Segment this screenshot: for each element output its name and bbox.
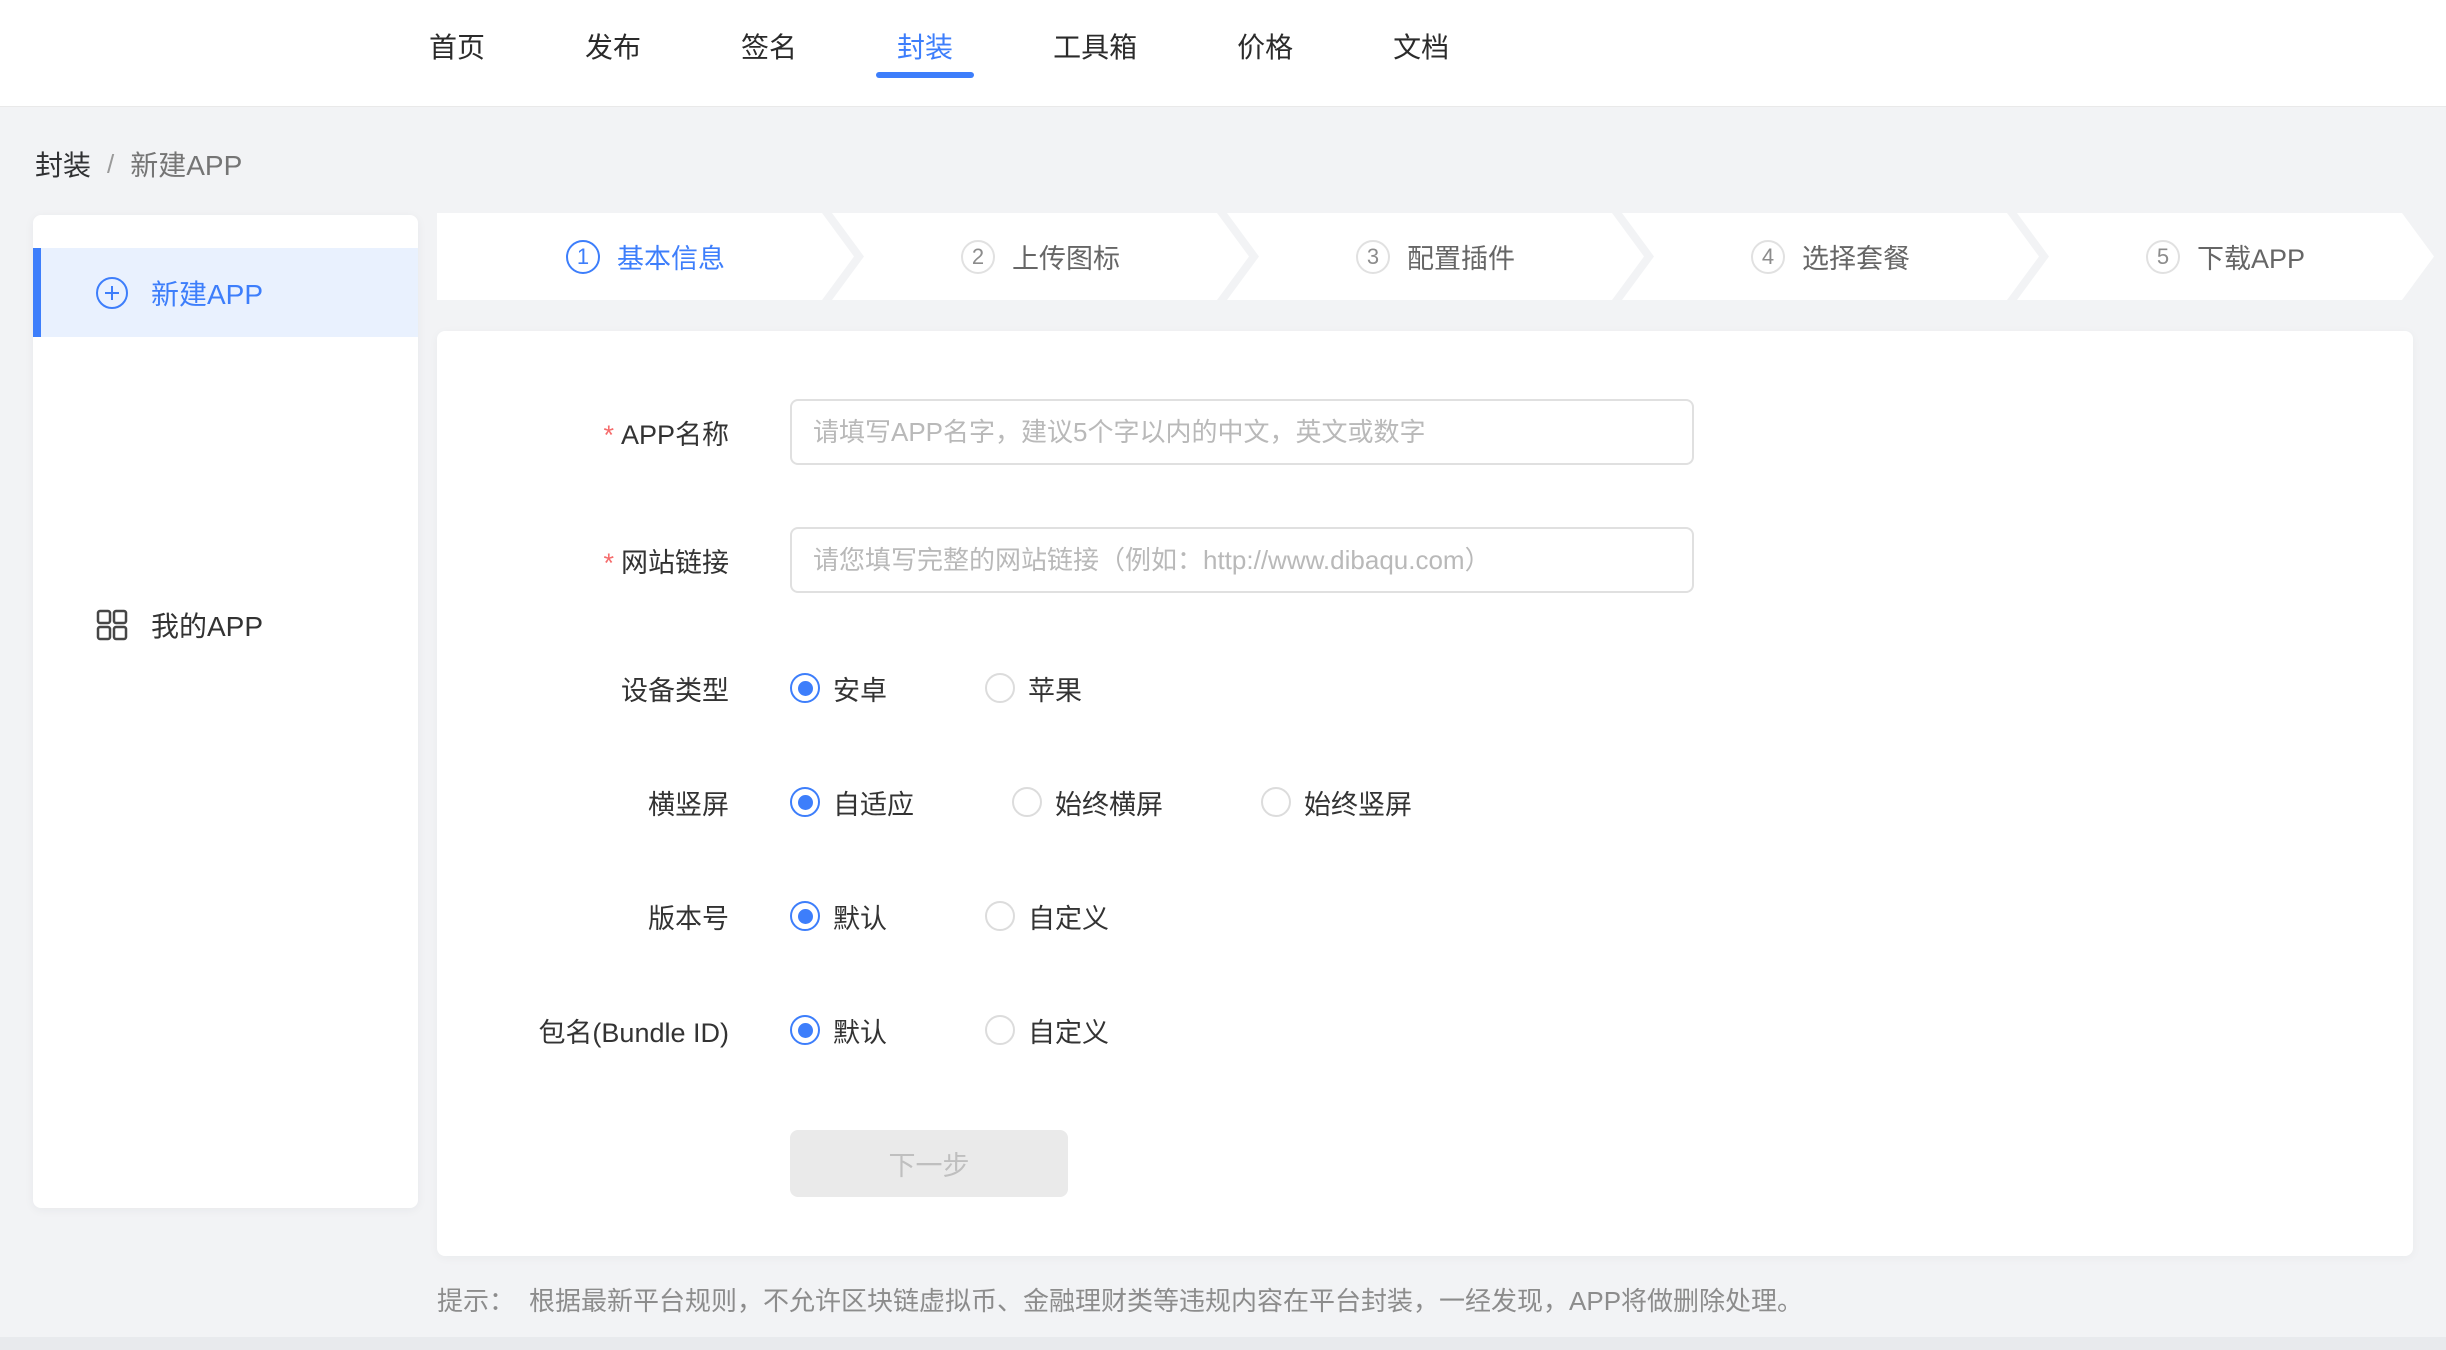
step-label: 基本信息	[617, 237, 725, 276]
radio-always-portrait[interactable]: 始终竖屏	[1261, 782, 1412, 822]
step-number-badge: 2	[961, 240, 995, 274]
radio-icon	[985, 1015, 1015, 1045]
step-number-badge: 5	[2146, 240, 2180, 274]
breadcrumb-separator: /	[107, 149, 114, 180]
step-label: 下载APP	[2197, 237, 2305, 276]
site-url-input[interactable]	[790, 527, 1694, 593]
radio-always-landscape[interactable]: 始终横屏	[1012, 782, 1163, 822]
radio-icon	[985, 901, 1015, 931]
radio-icon	[985, 673, 1015, 703]
radio-icon	[1261, 787, 1291, 817]
bundle-id-row: 包名(Bundle ID) 默认 自定义	[437, 1010, 2413, 1050]
radio-icon	[1012, 787, 1042, 817]
tip-label: 提示：	[437, 1281, 515, 1318]
site-url-label: *网站链接	[437, 541, 729, 580]
app-name-label: *APP名称	[437, 413, 729, 452]
nav-item-docs[interactable]: 文档	[1393, 0, 1449, 96]
tip-text: 根据最新平台规则，不允许区块链虚拟币、金融理财类等违规内容在平台封装，一经发现，…	[529, 1281, 1803, 1318]
step-number-badge: 1	[566, 240, 600, 274]
sidebar-item-my-app[interactable]: 我的APP	[33, 580, 418, 669]
bundle-id-label: 包名(Bundle ID)	[437, 1011, 729, 1050]
step-label: 选择套餐	[1802, 237, 1910, 276]
breadcrumb: 封装 / 新建APP	[35, 144, 242, 184]
radio-icon	[790, 673, 820, 703]
site-url-row: *网站链接	[437, 527, 2413, 593]
button-row: 下一步	[790, 1130, 2413, 1197]
new-app-form-card: *APP名称 *网站链接 设备类型 安卓	[437, 331, 2413, 1256]
sidebar-item-label: 新建APP	[151, 273, 263, 313]
grid-icon	[95, 608, 129, 642]
sidebar: 新建APP 我的APP	[33, 215, 418, 1208]
nav-item-sign[interactable]: 签名	[741, 0, 797, 96]
radio-bundle-custom[interactable]: 自定义	[985, 1010, 1109, 1050]
nav-item-package[interactable]: 封装	[897, 0, 953, 96]
device-type-label: 设备类型	[437, 669, 729, 708]
nav-item-toolbox[interactable]: 工具箱	[1053, 0, 1137, 96]
radio-icon	[790, 1015, 820, 1045]
version-label: 版本号	[437, 897, 729, 936]
required-asterisk: *	[603, 420, 614, 450]
nav-item-home[interactable]: 首页	[429, 0, 485, 96]
sidebar-item-new-app[interactable]: 新建APP	[33, 248, 418, 337]
radio-icon	[790, 787, 820, 817]
orientation-label: 横竖屏	[437, 783, 729, 822]
page: 首页 发布 签名 封装 工具箱 价格 文档 封装 / 新建APP 新建APP	[0, 0, 2446, 1350]
step-number-badge: 4	[1751, 240, 1785, 274]
nav-item-pricing[interactable]: 价格	[1237, 0, 1293, 96]
version-row: 版本号 默认 自定义	[437, 896, 2413, 936]
step-5-download-app: 5 下载APP	[2017, 213, 2434, 300]
radio-icon	[790, 901, 820, 931]
sidebar-item-label: 我的APP	[151, 605, 263, 645]
app-name-row: *APP名称	[437, 399, 2413, 465]
main-nav: 首页 发布 签名 封装 工具箱 价格 文档	[0, 0, 2446, 96]
step-3-configure-plugins: 3 配置插件	[1227, 213, 1644, 300]
nav-item-publish[interactable]: 发布	[585, 0, 641, 96]
plus-circle-icon	[95, 276, 129, 310]
app-name-input[interactable]	[790, 399, 1694, 465]
radio-version-default[interactable]: 默认	[790, 896, 887, 936]
radio-bundle-default[interactable]: 默认	[790, 1010, 887, 1050]
platform-rule-tip: 提示： 根据最新平台规则，不允许区块链虚拟币、金融理财类等违规内容在平台封装，一…	[437, 1281, 1803, 1318]
top-header: 首页 发布 签名 封装 工具箱 价格 文档	[0, 0, 2446, 107]
step-1-basic-info: 1 基本信息	[437, 213, 854, 300]
next-step-button[interactable]: 下一步	[790, 1130, 1068, 1197]
radio-ios[interactable]: 苹果	[985, 668, 1082, 708]
step-number-badge: 3	[1356, 240, 1390, 274]
radio-version-custom[interactable]: 自定义	[985, 896, 1109, 936]
breadcrumb-section[interactable]: 封装	[35, 144, 91, 184]
required-asterisk: *	[603, 548, 614, 578]
breadcrumb-current: 新建APP	[130, 144, 242, 184]
step-wizard: 1 基本信息 2 上传图标 3 配置插件 4 选择套餐 5 下载APP	[437, 213, 2434, 300]
footer-edge-strip	[0, 1337, 2446, 1350]
orientation-row: 横竖屏 自适应 始终横屏 始终竖屏	[437, 782, 2413, 822]
step-label: 配置插件	[1407, 237, 1515, 276]
step-4-choose-plan: 4 选择套餐	[1622, 213, 2039, 300]
step-2-upload-icon: 2 上传图标	[832, 213, 1249, 300]
step-label: 上传图标	[1012, 237, 1120, 276]
radio-adaptive[interactable]: 自适应	[790, 782, 914, 822]
device-type-row: 设备类型 安卓 苹果	[437, 668, 2413, 708]
radio-android[interactable]: 安卓	[790, 668, 887, 708]
